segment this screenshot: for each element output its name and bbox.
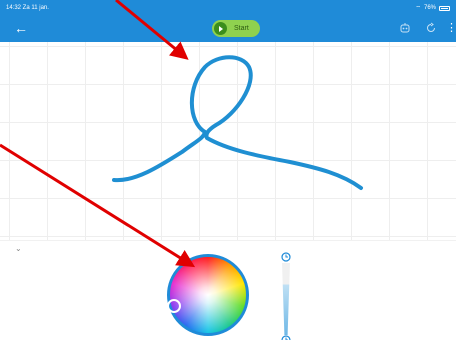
play-icon [214, 22, 227, 35]
more-vert-icon[interactable]: ⋮ [446, 22, 456, 34]
slider-knob-bottom-icon[interactable] [281, 335, 291, 340]
bottom-panel: ⌄ [0, 240, 456, 340]
status-right: ⌔ 76% [415, 4, 450, 12]
start-button[interactable]: Start [212, 20, 260, 37]
reset-icon[interactable] [425, 22, 437, 34]
slider-knob-top-icon[interactable] [281, 252, 291, 262]
battery-label: 76% [423, 5, 436, 11]
robot-icon[interactable] [399, 22, 411, 34]
status-time: 14:32 Za 11 jan. [6, 5, 49, 11]
app-toolbar: ← Start ⋮ [0, 16, 456, 42]
start-label: Start [234, 25, 249, 32]
chevron-down-icon[interactable]: ⌄ [15, 244, 22, 253]
slider-track [282, 263, 290, 335]
back-arrow-icon[interactable]: ← [14, 20, 28, 36]
status-bar: 14:32 Za 11 jan. ⌔ 76% [0, 0, 456, 16]
drawing-layer [112, 55, 363, 190]
stroke-size-slider[interactable] [279, 249, 293, 340]
drawing-canvas[interactable] [0, 42, 456, 240]
drawn-stroke [112, 55, 363, 190]
color-wheel[interactable] [167, 254, 249, 336]
color-selector-handle[interactable] [167, 299, 181, 313]
wifi-icon: ⌔ [415, 6, 421, 12]
battery-icon [439, 5, 450, 11]
